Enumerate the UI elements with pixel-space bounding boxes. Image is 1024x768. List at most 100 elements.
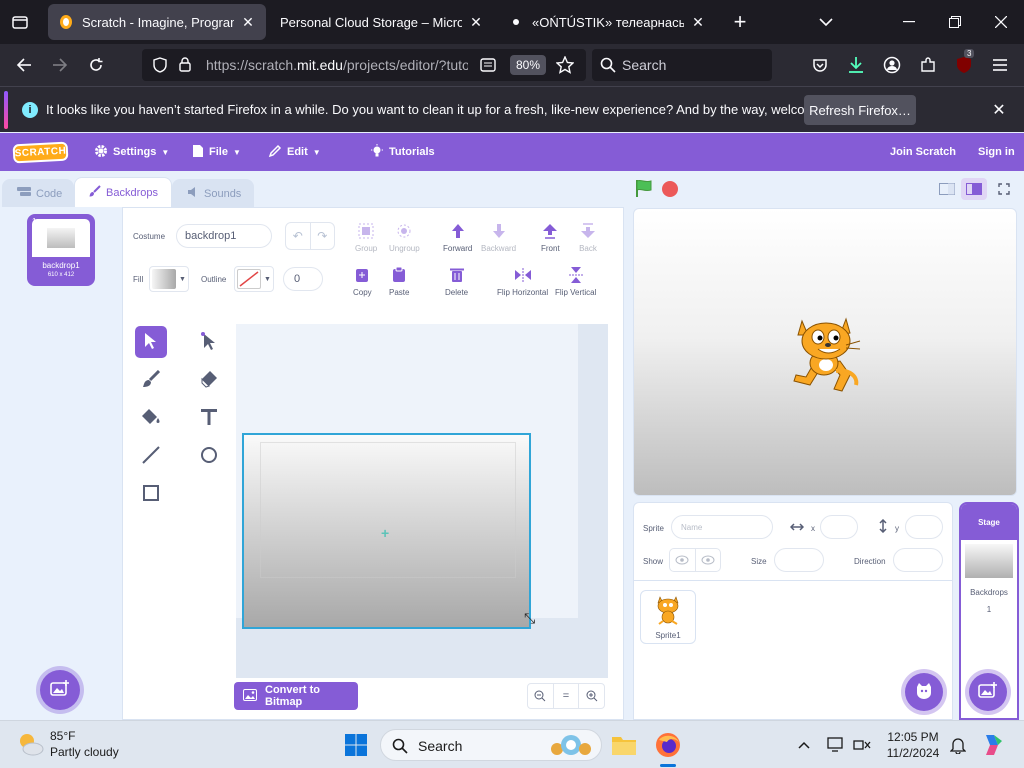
delete-button[interactable]: Delete [445, 266, 468, 297]
selected-backdrop-shape[interactable]: + ⤡ [242, 433, 535, 629]
choose-stage-backdrop-button[interactable] [969, 673, 1007, 711]
line-tool[interactable] [135, 440, 167, 472]
small-stage-icon[interactable] [934, 178, 960, 200]
backdrop-item[interactable]: 1 backdrop1 610 x 412 [27, 214, 95, 286]
reload-icon[interactable] [84, 53, 108, 77]
file-menu[interactable]: File ▼ [192, 133, 241, 171]
stop-icon[interactable] [662, 181, 678, 197]
sprite-name-input[interactable]: Name [671, 515, 773, 539]
browser-tab-scratch[interactable]: Scratch - Imagine, Program, Sh ✕ [48, 4, 266, 40]
stage-canvas[interactable] [633, 208, 1017, 496]
green-flag-icon[interactable] [634, 178, 654, 198]
bookmark-star-icon[interactable] [555, 55, 575, 77]
url-bar[interactable]: https://scratch.mit.edu/projects/editor/… [142, 49, 586, 81]
normal-stage-icon[interactable] [961, 178, 987, 200]
search-bar[interactable]: Search [592, 49, 772, 81]
direction-input[interactable] [893, 548, 943, 572]
rectangle-tool[interactable] [135, 478, 167, 510]
forward-button[interactable]: Forward [443, 222, 472, 253]
tab-close-icon[interactable]: ✕ [468, 14, 484, 30]
window-close-icon[interactable] [978, 0, 1024, 44]
zoom-out-icon[interactable] [528, 684, 553, 708]
shield-icon[interactable] [152, 57, 168, 76]
downloads-icon[interactable] [844, 53, 868, 77]
cat-sprite-image[interactable] [784, 311, 864, 397]
tab-sounds[interactable]: Sounds [172, 179, 254, 207]
flip-vertical-button[interactable]: Flip Vertical [555, 266, 596, 297]
tab-close-icon[interactable]: ✕ [240, 14, 256, 30]
flip-horizontal-button[interactable]: Flip Horizontal [497, 266, 548, 297]
minimize-icon[interactable] [886, 0, 932, 44]
choose-sprite-button[interactable] [905, 673, 943, 711]
windows-start-icon[interactable] [342, 731, 370, 759]
chevron-down-icon[interactable] [814, 10, 838, 34]
eraser-tool[interactable] [193, 364, 225, 396]
lock-icon[interactable] [178, 56, 192, 75]
undo-icon[interactable]: ↶ [286, 223, 310, 249]
back-arrow-icon[interactable] [12, 53, 36, 77]
close-icon[interactable]: ✕ [990, 101, 1008, 119]
chevron-up-icon[interactable] [790, 731, 818, 759]
zoom-in-icon[interactable] [578, 684, 604, 708]
eye-visible-icon[interactable] [670, 549, 695, 571]
browser-tab-onedrive[interactable]: Personal Cloud Storage – Microsoft ✕ [270, 4, 494, 40]
hamburger-menu-icon[interactable] [988, 53, 1012, 77]
network-muted-icon[interactable] [848, 731, 876, 759]
file-explorer-icon[interactable] [610, 731, 638, 759]
forward-arrow-icon[interactable] [48, 53, 72, 77]
backward-button[interactable]: Backward [481, 222, 516, 253]
front-button[interactable]: Front [541, 222, 560, 253]
account-icon[interactable] [880, 53, 904, 77]
tab-close-icon[interactable]: ✕ [690, 14, 706, 30]
resize-handle-icon[interactable]: ⤡ [524, 610, 535, 627]
reshape-tool[interactable] [193, 326, 225, 358]
notification-bell-icon[interactable] [944, 731, 972, 759]
fill-tool[interactable] [135, 402, 167, 434]
extensions-puzzle-icon[interactable] [916, 53, 940, 77]
paste-button[interactable]: Paste [389, 266, 409, 297]
fill-color-picker[interactable]: ▼ [149, 266, 189, 292]
scratch-logo[interactable]: SCRATCH [12, 141, 69, 164]
ungroup-button[interactable]: Ungroup [389, 222, 420, 253]
taskbar-search-box[interactable]: Search [380, 729, 602, 761]
refresh-firefox-button[interactable]: Refresh Firefox… [804, 95, 916, 125]
tutorials-menu[interactable]: Tutorials [370, 133, 435, 171]
zoom-level-badge[interactable]: 80% [510, 55, 547, 75]
back-button[interactable]: Back [579, 222, 597, 253]
outline-color-picker[interactable]: ▼ [234, 266, 274, 292]
outline-width-input[interactable]: 0 [283, 267, 323, 291]
y-input[interactable] [905, 515, 943, 539]
restore-icon[interactable] [932, 0, 978, 44]
zoom-reset-button[interactable]: = [552, 684, 579, 708]
x-input[interactable] [820, 515, 858, 539]
redo-icon[interactable]: ↷ [309, 223, 335, 249]
paint-canvas[interactable]: + ⤡ [236, 324, 608, 678]
new-tab-icon[interactable]: + [728, 9, 752, 34]
system-clock[interactable]: 12:05 PM 11/2/2024 [880, 729, 946, 761]
sprite-tile[interactable]: Sprite1 [640, 590, 696, 644]
tab-code[interactable]: Code [2, 179, 74, 207]
choose-backdrop-button[interactable] [40, 670, 80, 710]
convert-to-bitmap-button[interactable]: Convert to Bitmap [234, 682, 358, 710]
circle-tool[interactable] [193, 440, 225, 472]
browser-tab-ontustik[interactable]: «OŃTÚSTIK» телеарнасының р ✕ [498, 4, 716, 40]
join-scratch-link[interactable]: Join Scratch [890, 133, 956, 171]
select-tool[interactable] [135, 326, 167, 358]
fullscreen-icon[interactable] [991, 178, 1017, 200]
costume-name-input[interactable]: backdrop1 [176, 224, 272, 248]
display-icon[interactable] [822, 731, 850, 759]
ublock-icon[interactable]: 3 [952, 49, 976, 77]
edit-menu[interactable]: Edit ▼ [268, 133, 321, 171]
pocket-icon[interactable] [808, 53, 832, 77]
text-tool[interactable] [193, 402, 225, 434]
brush-tool[interactable] [135, 364, 167, 396]
reader-view-icon[interactable] [480, 57, 496, 76]
tab-backdrops[interactable]: Backdrops [74, 177, 172, 207]
settings-menu[interactable]: Settings ▼ [94, 133, 169, 171]
eye-hidden-icon[interactable] [694, 549, 721, 571]
size-input[interactable] [774, 548, 824, 572]
copy-button[interactable]: Copy [353, 266, 372, 297]
group-button[interactable]: Group [355, 222, 377, 253]
copilot-icon[interactable] [978, 731, 1006, 759]
firefox-icon[interactable] [654, 731, 682, 767]
